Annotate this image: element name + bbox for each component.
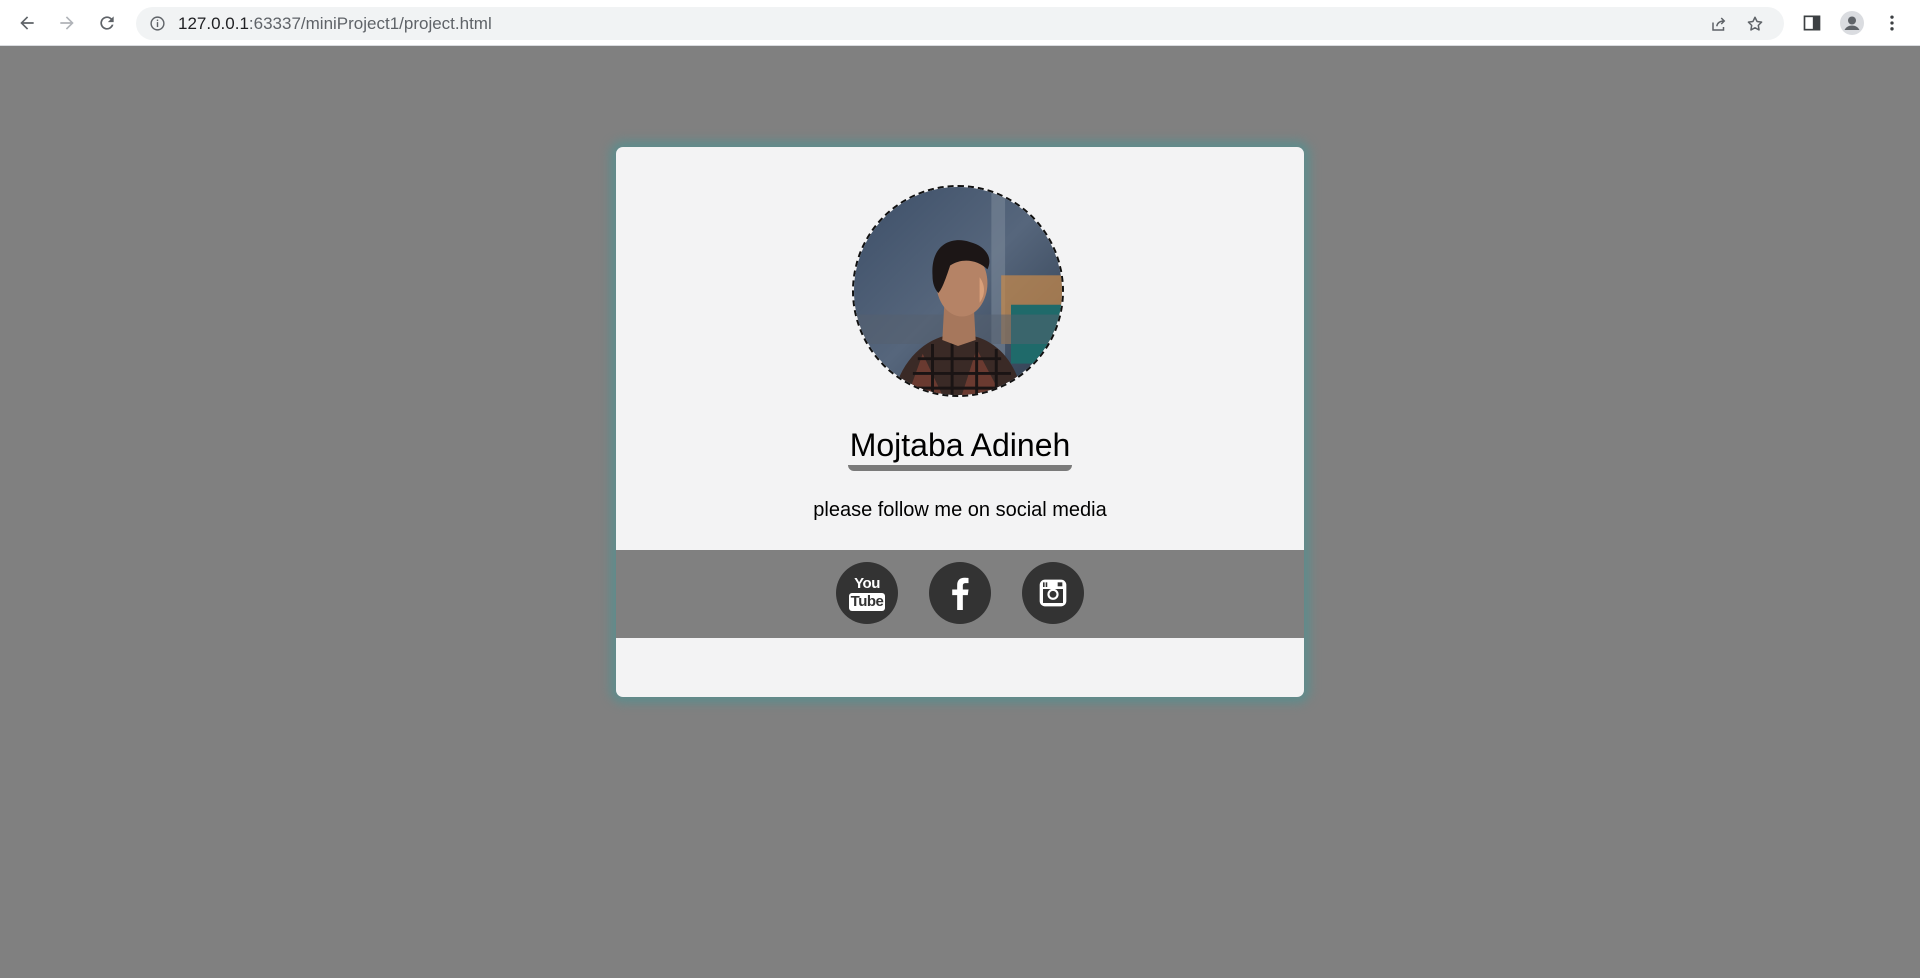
address-bar[interactable]: 127.0.0.1:63337/miniProject1/project.htm… — [136, 7, 1784, 40]
side-panel-icon — [1803, 15, 1821, 31]
side-panel-button[interactable] — [1800, 11, 1824, 35]
profile-card: Mojtaba Adineh please follow me on socia… — [616, 147, 1304, 697]
instagram-link[interactable] — [1022, 562, 1084, 624]
more-vert-icon — [1890, 15, 1894, 31]
account-icon — [1840, 11, 1864, 35]
url-path: :63337/miniProject1/project.html — [248, 14, 492, 33]
youtube-link[interactable]: You Tube — [836, 562, 898, 624]
instagram-icon — [1039, 579, 1067, 607]
reload-button[interactable] — [92, 8, 122, 38]
url-host: 127.0.0.1 — [178, 14, 249, 33]
social-links-bar: You Tube — [616, 550, 1304, 638]
bookmark-star-icon[interactable] — [1746, 15, 1764, 33]
facebook-icon — [952, 577, 969, 610]
info-icon — [150, 16, 165, 31]
share-icon[interactable] — [1710, 15, 1728, 33]
arrow-left-icon — [20, 16, 34, 30]
youtube-label-top: You — [854, 574, 880, 592]
youtube-icon: You Tube — [848, 574, 886, 611]
profile-button[interactable] — [1840, 11, 1864, 35]
profile-tagline: please follow me on social media — [813, 499, 1107, 521]
reload-icon — [100, 16, 114, 30]
menu-button[interactable] — [1880, 11, 1904, 35]
name-wrapper: Mojtaba Adineh — [616, 427, 1304, 471]
profile-photo — [852, 185, 1064, 397]
url-text: 127.0.0.1:63337/miniProject1/project.htm… — [178, 7, 492, 40]
browser-toolbar: 127.0.0.1:63337/miniProject1/project.htm… — [0, 0, 1920, 46]
facebook-link[interactable] — [929, 562, 991, 624]
back-button[interactable] — [12, 8, 42, 38]
profile-name: Mojtaba Adineh — [847, 427, 1073, 471]
arrow-right-icon — [60, 16, 74, 30]
portrait-illustration — [854, 187, 1062, 395]
forward-button[interactable] — [52, 8, 82, 38]
youtube-label-bottom: Tube — [848, 592, 886, 611]
